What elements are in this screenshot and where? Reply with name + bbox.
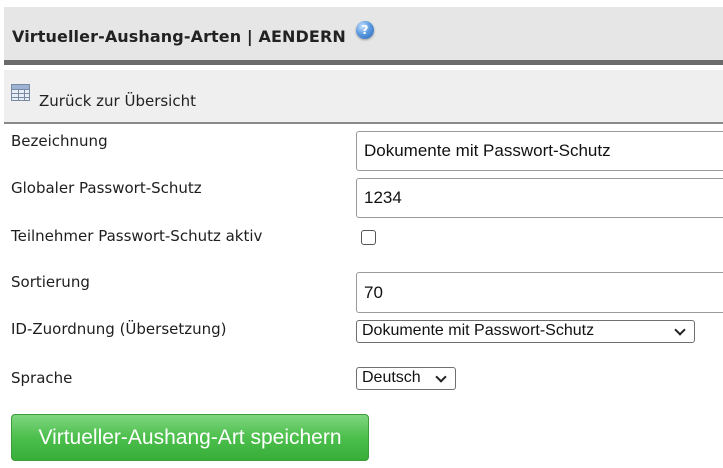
chevron-down-icon <box>674 324 686 336</box>
sprache-label: Sprache <box>11 369 73 387</box>
table-grid-icon <box>11 84 30 101</box>
participant-password-checkbox[interactable] <box>361 230 376 245</box>
id-mapping-selected: Dokumente mit Passwort-Schutz <box>362 322 595 339</box>
sprache-selected: Deutsch <box>362 369 421 386</box>
participant-password-label: Teilnehmer Passwort-Schutz aktiv <box>11 227 263 245</box>
help-icon[interactable]: ? <box>356 21 374 39</box>
page-title: Virtueller-Aushang-Arten | AENDERN <box>12 27 346 46</box>
sprache-select[interactable]: Deutsch <box>356 367 456 390</box>
bezeichnung-label: Bezeichnung <box>11 132 108 150</box>
bezeichnung-input[interactable] <box>356 131 723 171</box>
back-to-overview-label: Zurück zur Übersicht <box>39 92 196 110</box>
sortierung-label: Sortierung <box>11 273 90 291</box>
back-to-overview-link[interactable]: Zurück zur Übersicht <box>4 70 723 124</box>
id-mapping-select[interactable]: Dokumente mit Passwort-Schutz <box>356 320 695 343</box>
sortierung-input[interactable] <box>356 272 723 313</box>
global-password-input[interactable] <box>356 178 723 218</box>
page-header: Virtueller-Aushang-Arten | AENDERN ? <box>4 7 723 65</box>
save-button[interactable]: Virtueller-Aushang-Art speichern <box>11 414 369 461</box>
chevron-down-icon <box>435 371 447 383</box>
id-mapping-label: ID-Zuordnung (Übersetzung) <box>11 320 227 338</box>
global-password-label: Globaler Passwort-Schutz <box>11 179 202 197</box>
